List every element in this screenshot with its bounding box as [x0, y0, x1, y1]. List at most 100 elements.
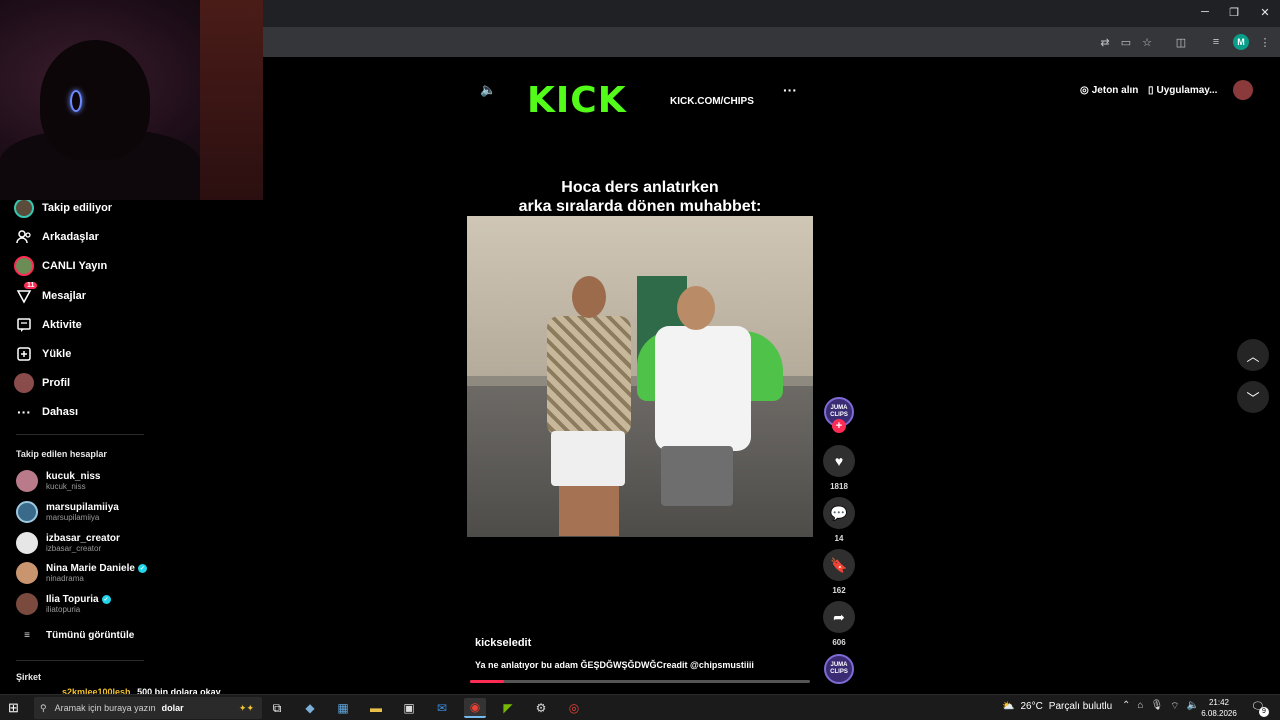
video-author[interactable]: kickseledit — [475, 637, 531, 649]
task-view-icon[interactable]: ⧉ — [266, 698, 288, 718]
sidebar-item-profile[interactable]: Profil — [14, 371, 70, 395]
see-all-button[interactable]: ≡ Tümünü görüntüle — [16, 622, 134, 648]
share-icon: ➦ — [833, 608, 845, 625]
avatar — [16, 562, 38, 584]
save-count: 162 — [832, 586, 846, 595]
account-handle: ninadrama — [46, 574, 84, 583]
file-explorer-icon[interactable]: ▬ — [365, 698, 387, 718]
translate-icon[interactable]: ⇄ — [1097, 34, 1113, 50]
system-tray[interactable]: ⌃ ⌂ 🎙 ⌔ 🔈 — [1122, 700, 1199, 713]
following-account-item[interactable]: Nina Marie Daniele ✓ ninadrama — [16, 560, 147, 586]
search-overlay-text: dolar — [161, 703, 184, 713]
sidebar-item-upload[interactable]: Yükle — [14, 342, 71, 366]
account-name: kucuk_niss — [46, 471, 101, 482]
heart-icon: ♥ — [834, 453, 844, 469]
network-icon[interactable]: ⌂ — [1137, 700, 1143, 713]
notification-count: 9 — [1259, 707, 1269, 717]
verified-icon: ✓ — [101, 595, 111, 604]
restore-button[interactable]: ❐ — [1219, 6, 1249, 19]
sidebar-item-label: Mesajlar — [42, 290, 87, 302]
account-name: marsupilamiiya — [46, 502, 119, 513]
microphone-icon[interactable]: 🎙 — [1150, 700, 1163, 713]
video-more-icon[interactable]: ··· — [783, 82, 797, 98]
calculator-icon[interactable]: ▦ — [332, 698, 354, 718]
account-handle: kucuk_niss — [46, 482, 86, 491]
next-video-button[interactable]: ﹀ — [1237, 381, 1269, 413]
browser-menu-icon[interactable]: ⋮ — [1257, 34, 1273, 50]
get-coins-button[interactable]: ◎ Jeton alın — [1080, 80, 1138, 100]
user-avatar[interactable] — [1233, 80, 1253, 100]
video-person — [539, 276, 639, 536]
video-person-shorts — [551, 431, 625, 486]
video-progress-fill — [470, 680, 504, 683]
sidebar-item-label: Yükle — [42, 348, 72, 360]
sidebar-item-label: CANLI Yayın — [42, 260, 108, 272]
following-accounts-title: Takip edilen hesaplar — [16, 449, 107, 459]
account-name-text: Ilia Topuria — [46, 594, 99, 605]
sound-avatar[interactable]: JUMA CLIPS — [824, 654, 854, 684]
see-all-label: Tümünü görüntüle — [46, 629, 135, 641]
chevron-up-icon[interactable]: ⌃ — [1122, 700, 1130, 713]
comment-icon: 💬 — [830, 504, 848, 521]
follow-plus-button[interactable]: + — [832, 419, 846, 433]
store-icon[interactable]: ▣ — [398, 698, 420, 718]
account-handle: iliatopuria — [46, 605, 81, 614]
previous-video-button[interactable]: ︿ — [1237, 339, 1269, 371]
wifi-icon[interactable]: ⌔ — [1170, 700, 1179, 713]
upload-icon — [14, 344, 34, 364]
profile-avatar[interactable]: M — [1233, 34, 1249, 50]
settings-icon[interactable]: ⚙ — [530, 698, 552, 718]
sidebar-item-messages[interactable]: 11 Mesajlar — [14, 282, 87, 308]
get-app-button[interactable]: ▯ Uygulamay... — [1148, 80, 1217, 100]
sidebar-item-activity[interactable]: Aktivite — [14, 313, 82, 337]
clock-time: 21:42 — [1208, 698, 1230, 707]
headphone-light — [70, 90, 82, 112]
reading-list-icon[interactable]: ≡ — [1208, 34, 1224, 50]
cast-icon[interactable]: ▭ — [1118, 34, 1134, 50]
nvidia-icon[interactable]: ◤ — [497, 698, 519, 718]
account-handle: marsupilamiiya — [46, 513, 100, 522]
close-button[interactable]: ✕ — [1250, 6, 1280, 19]
video-street — [467, 386, 813, 537]
video-progress-bar[interactable] — [470, 680, 810, 683]
following-account-item[interactable]: marsupilamiiya marsupilamiiya — [16, 499, 119, 525]
save-button[interactable]: 🔖 — [823, 549, 855, 581]
sidebar-item-label: Dahası — [42, 406, 79, 418]
search-placeholder: Aramak için buraya yazın — [54, 703, 156, 713]
video-person-shirt — [655, 326, 751, 451]
minimize-button[interactable]: ─ — [1190, 6, 1220, 18]
sidebar-item-label: Takip ediliyor — [42, 202, 113, 214]
clock[interactable]: 21:42 6.08.2026 — [1200, 697, 1238, 719]
mail-icon[interactable]: ✉ — [431, 698, 453, 718]
webcam-person-head — [40, 40, 150, 160]
video-player[interactable] — [467, 216, 813, 537]
list-icon: ≡ — [24, 629, 30, 641]
sound-icon[interactable]: 🔈 — [480, 82, 496, 98]
weather-widget[interactable]: ⛅ 26°C Parçalı bulutlu — [1002, 701, 1112, 712]
share-button[interactable]: ➦ — [823, 601, 855, 633]
following-account-item[interactable]: izbasar_creator izbasar_creator — [16, 530, 120, 556]
windows-taskbar: ⊞ ⚲ Aramak için buraya yazın dolar ✦✦ ⧉ … — [0, 694, 1280, 720]
chevron-up-icon: ︿ — [1246, 348, 1260, 364]
video-description: Ya ne anlatıyor bu adam ĞEŞDĞWŞĞDWĞCread… — [475, 660, 754, 670]
sidebar-item-friends[interactable]: Arkadaşlar — [14, 225, 99, 249]
following-account-item[interactable]: kucuk_niss kucuk_niss — [16, 468, 100, 494]
chrome-icon[interactable]: ◉ — [464, 698, 486, 718]
chevron-down-icon: ﹀ — [1246, 390, 1260, 406]
comment-button[interactable]: 💬 — [823, 497, 855, 529]
sidebar-item-live[interactable]: CANLI Yayın — [14, 254, 107, 278]
bookmark-star-icon[interactable]: ☆ — [1139, 34, 1155, 50]
volume-icon[interactable]: 🔈 — [1187, 700, 1199, 713]
messages-icon: 11 — [14, 282, 38, 306]
search-icon: ⚲ — [40, 702, 47, 713]
verified-icon: ✓ — [137, 564, 147, 573]
obs-icon[interactable]: ◎ — [563, 698, 585, 718]
sidebar-item-more[interactable]: ··· Dahası — [14, 400, 78, 424]
extensions-icon[interactable]: ◫ — [1173, 34, 1189, 50]
app-icon[interactable]: ◆ — [299, 698, 321, 718]
following-account-item[interactable]: Ilia Topuria ✓ iliatopuria — [16, 591, 111, 617]
taskbar-search[interactable]: ⚲ Aramak için buraya yazın dolar ✦✦ — [34, 697, 262, 719]
like-button[interactable]: ♥ — [823, 445, 855, 477]
windows-start-icon[interactable]: ⊞ — [8, 700, 19, 716]
weather-temp: 26°C — [1020, 701, 1043, 712]
